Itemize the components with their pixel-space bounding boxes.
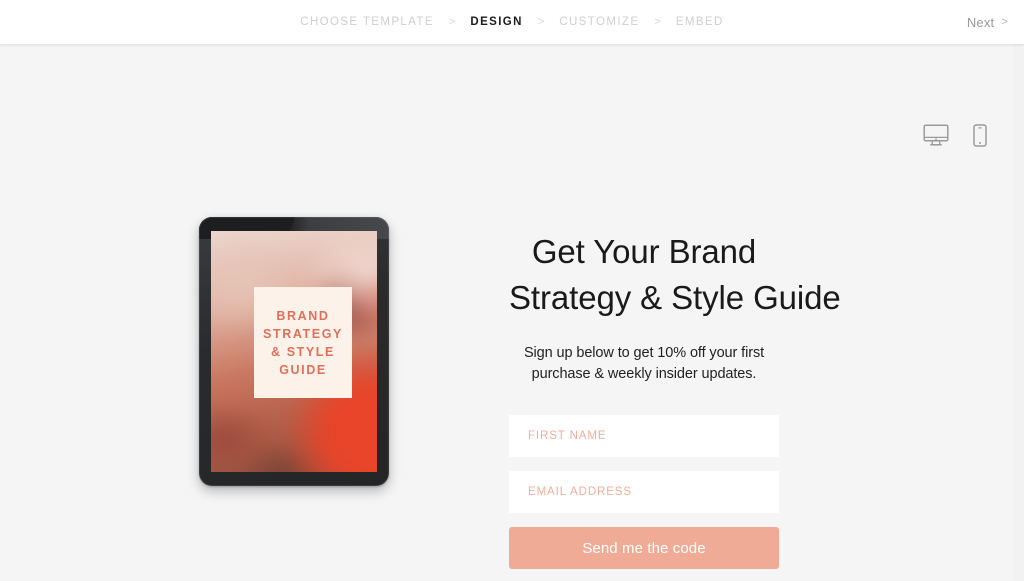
send-me-the-code-label: Send me the code xyxy=(582,539,706,557)
first-name-input[interactable]: FIRST NAME xyxy=(509,415,779,457)
canvas-right-gutter xyxy=(1013,44,1024,581)
send-me-the-code-button[interactable]: Send me the code xyxy=(509,527,779,569)
ebook-cover-title-card: BRAND STRATEGY & STYLE GUIDE xyxy=(254,287,352,398)
preview-canvas: BRAND STRATEGY & STYLE GUIDE Get Your Br… xyxy=(0,44,1013,581)
mobile-phone-icon xyxy=(973,123,987,147)
desktop-monitor-icon xyxy=(923,124,949,146)
optin-content-column: Get Your Brand Strategy & Style Guide Si… xyxy=(509,229,841,569)
breadcrumb-separator: > xyxy=(654,16,661,28)
cover-title-line-1: BRAND xyxy=(276,308,330,323)
breadcrumb-step-choose-template[interactable]: CHOOSE TEMPLATE xyxy=(298,16,436,28)
chevron-right-icon: > xyxy=(1001,16,1008,28)
cover-title-line-2: STRATEGY xyxy=(263,326,343,341)
device-toggle-group xyxy=(921,120,995,150)
breadcrumb-separator: > xyxy=(448,16,456,28)
page-subheadline: Sign up below to get 10% off your first … xyxy=(509,343,779,385)
tablet-body: BRAND STRATEGY & STYLE GUIDE xyxy=(199,217,389,486)
tablet-mockup: BRAND STRATEGY & STYLE GUIDE xyxy=(199,217,389,486)
top-bar: CHOOSE TEMPLATE > DESIGN > CUSTOMIZE > E… xyxy=(0,0,1024,44)
next-button-label: Next xyxy=(966,14,995,30)
mobile-view-toggle[interactable] xyxy=(965,120,995,150)
headline-line-1: Get Your Brand xyxy=(531,233,757,270)
email-address-placeholder: EMAIL ADDRESS xyxy=(528,486,632,498)
landing-page-preview: BRAND STRATEGY & STYLE GUIDE Get Your Br… xyxy=(0,44,1013,581)
breadcrumb-separator: > xyxy=(537,16,545,28)
optin-form: FIRST NAME EMAIL ADDRESS Send me the cod… xyxy=(509,415,779,569)
headline-line-2: Strategy & Style Guide xyxy=(509,279,841,316)
breadcrumb: CHOOSE TEMPLATE > DESIGN > CUSTOMIZE > E… xyxy=(0,0,1024,44)
page-headline: Get Your Brand Strategy & Style Guide xyxy=(509,229,841,321)
desktop-view-toggle[interactable] xyxy=(921,120,951,150)
next-button[interactable]: Next > xyxy=(967,0,1008,44)
cover-title-line-4: GUIDE xyxy=(279,362,327,377)
email-address-input[interactable]: EMAIL ADDRESS xyxy=(509,471,779,513)
breadcrumb-step-customize[interactable]: CUSTOMIZE xyxy=(557,16,641,28)
tablet-screen: BRAND STRATEGY & STYLE GUIDE xyxy=(211,231,377,472)
subheadline-line-2: purchase & weekly insider updates. xyxy=(531,366,757,382)
app-root: CHOOSE TEMPLATE > DESIGN > CUSTOMIZE > E… xyxy=(0,0,1024,581)
first-name-placeholder: FIRST NAME xyxy=(528,430,607,442)
breadcrumb-step-design[interactable]: DESIGN xyxy=(468,16,525,28)
subheadline-line-1: Sign up below to get 10% off your first xyxy=(523,345,765,361)
breadcrumb-step-embed[interactable]: EMBED xyxy=(674,16,726,28)
cover-title-line-3: & STYLE xyxy=(271,344,335,359)
